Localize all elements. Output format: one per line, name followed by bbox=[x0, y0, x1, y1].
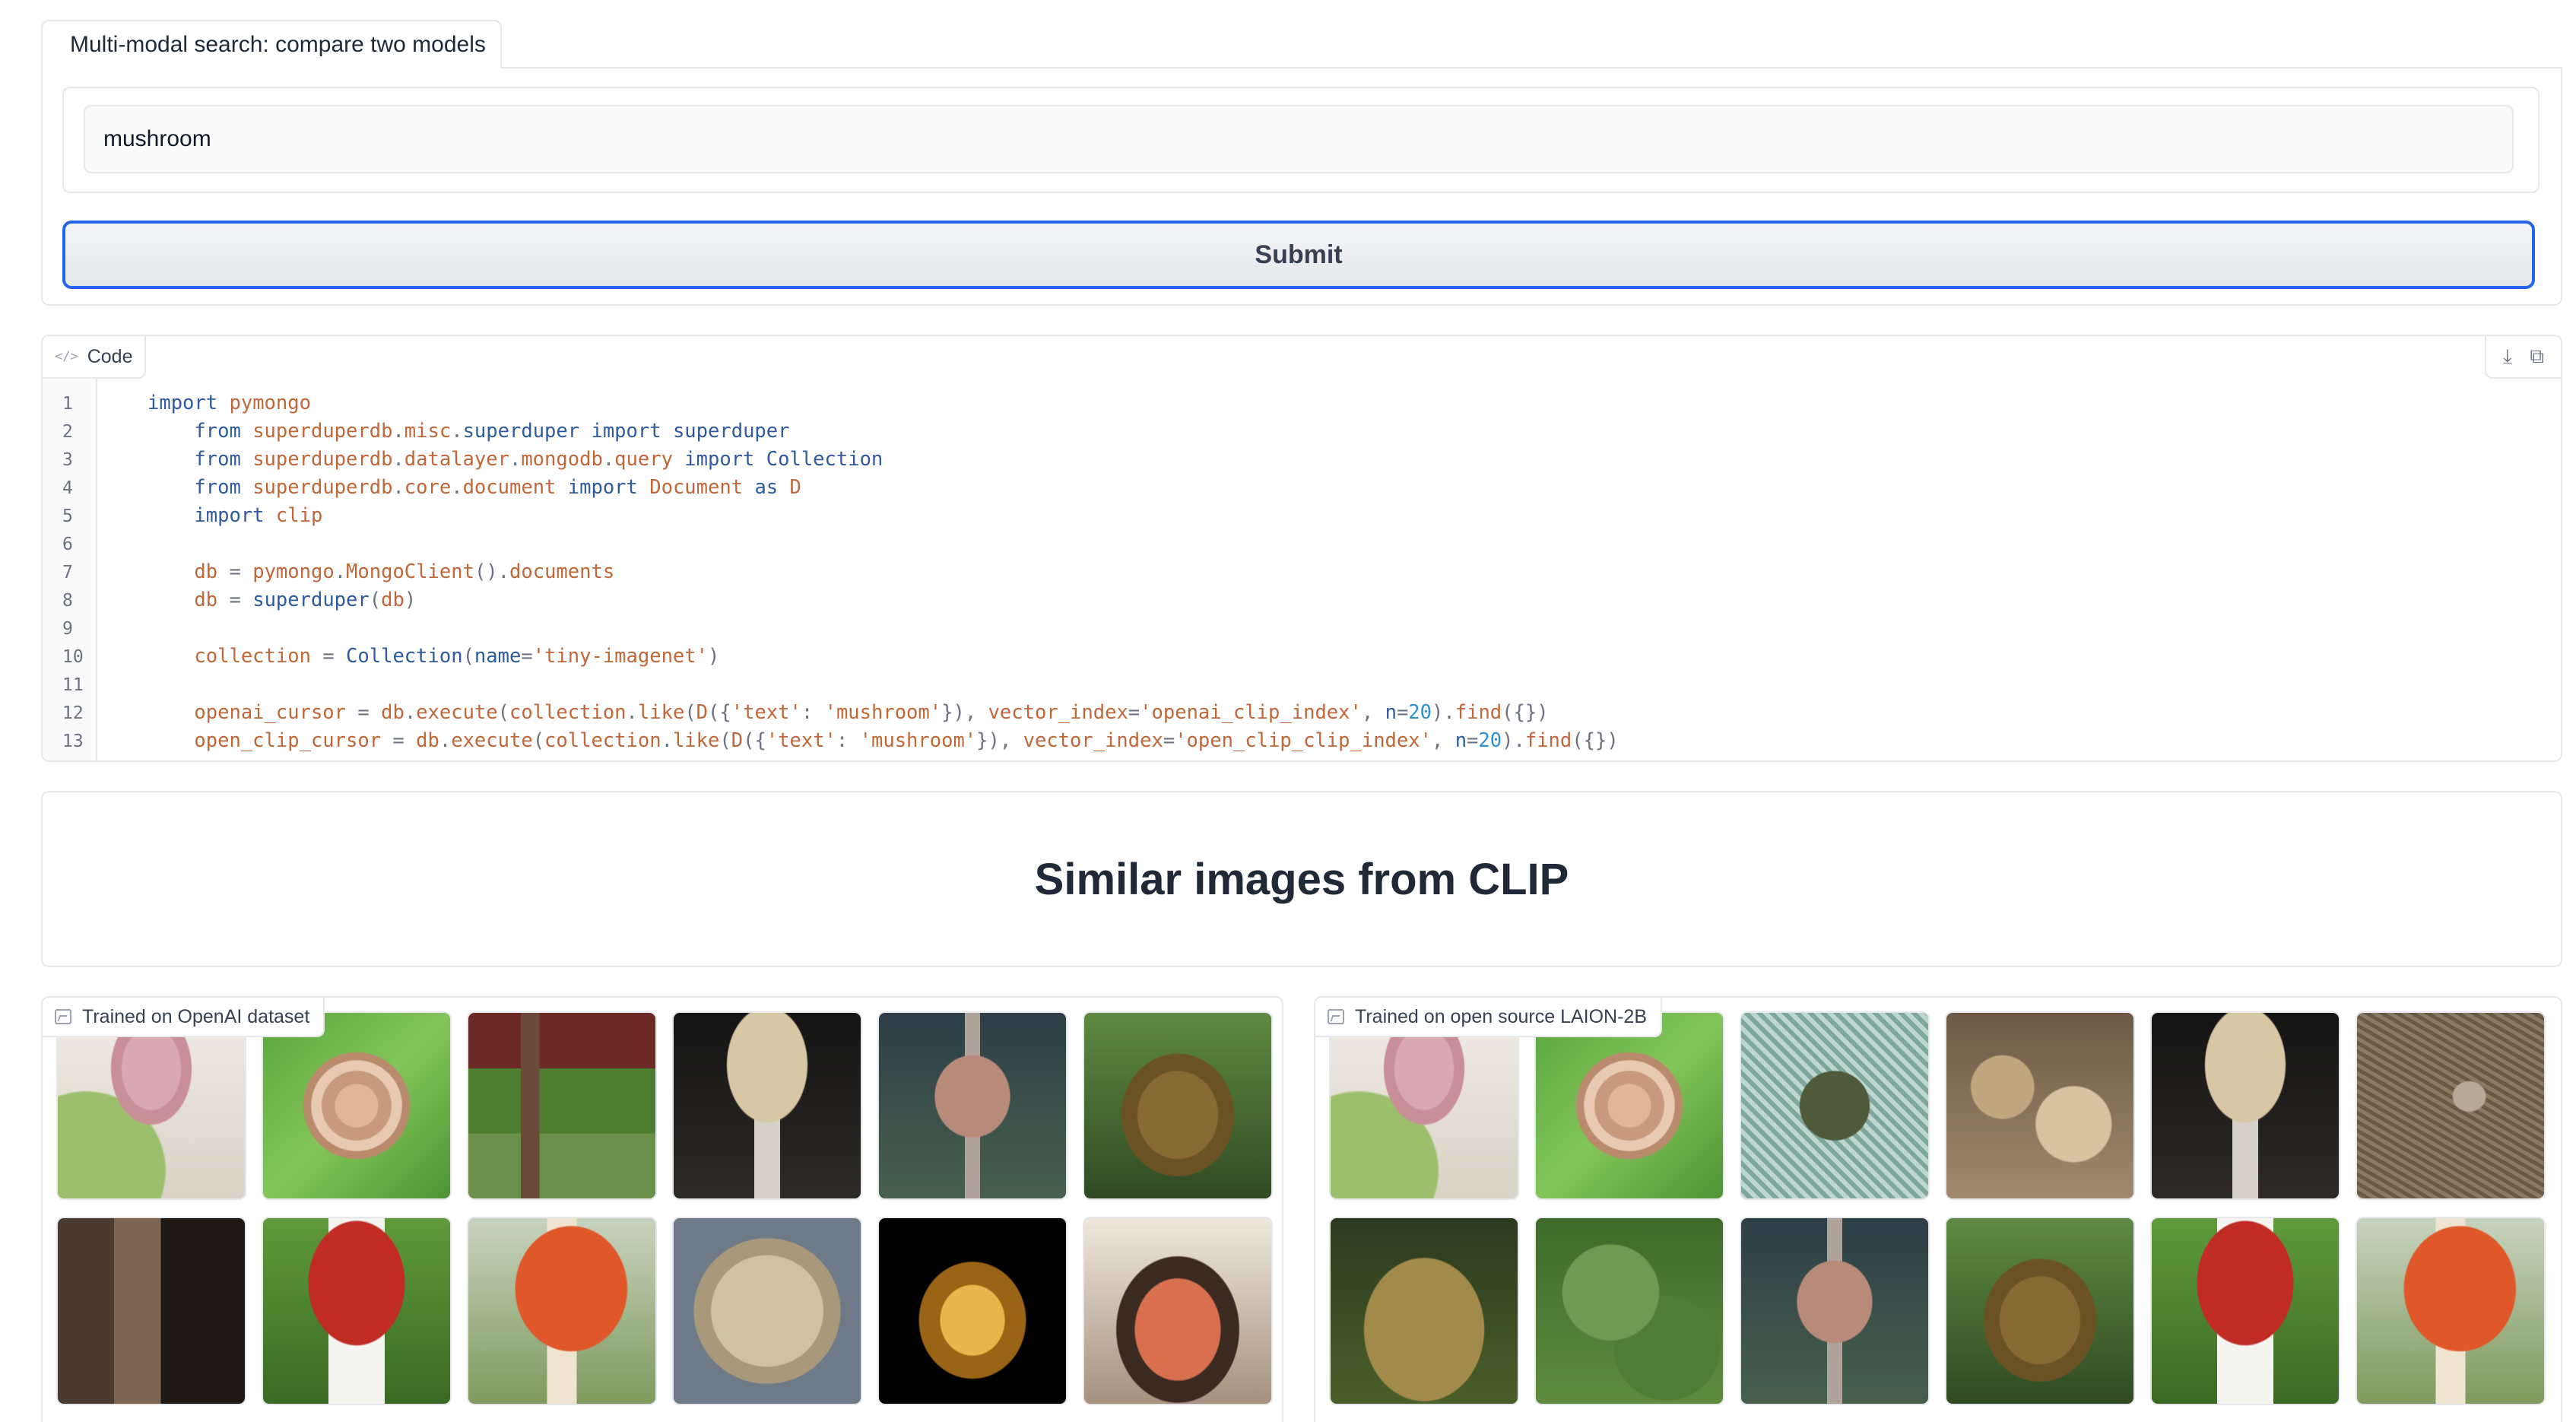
tab-strip: Multi-modal search: compare two models bbox=[41, 20, 2562, 68]
line-number: 12 bbox=[62, 703, 84, 723]
gallery-thumbnail[interactable] bbox=[1534, 1011, 1724, 1200]
code-actions: ⤓ ⧉ bbox=[2485, 336, 2561, 379]
code-line: 10 collection = Collection(name='tiny-im… bbox=[43, 643, 2561, 671]
code-icon: </> bbox=[55, 349, 78, 364]
gallery-thumbnail[interactable] bbox=[877, 1217, 1068, 1405]
gallery-thumbnail[interactable] bbox=[672, 1217, 862, 1405]
code-line: 13 open_clip_cursor = db.execute(collect… bbox=[43, 727, 2561, 755]
gallery-label-text: Trained on OpenAI dataset bbox=[82, 1005, 310, 1027]
line-number: 13 bbox=[62, 732, 84, 751]
code-lines[interactable]: 1 import pymongo 2 from superduperdb.misc… bbox=[43, 389, 2561, 755]
code-text: import pymongo bbox=[148, 392, 311, 414]
code-line: 5 import clip bbox=[43, 502, 2561, 530]
line-number: 5 bbox=[62, 506, 73, 526]
gallery-thumbnail[interactable] bbox=[877, 1011, 1068, 1200]
gallery-thumbnail[interactable] bbox=[467, 1011, 657, 1200]
gallery-thumbnail[interactable] bbox=[1329, 1217, 1519, 1405]
code-line: 8 db = superduper(db) bbox=[43, 586, 2561, 614]
app-page: Multi-modal search: compare two models S… bbox=[0, 0, 2576, 1422]
gallery-thumbnail[interactable] bbox=[1083, 1217, 1273, 1405]
gallery-thumbnail[interactable] bbox=[1945, 1011, 2135, 1200]
code-line: 7 db = pymongo.MongoClient().documents bbox=[43, 558, 2561, 586]
gallery-label-laion: Trained on open source LAION-2B bbox=[1315, 998, 1663, 1037]
copy-icon[interactable]: ⧉ bbox=[2530, 344, 2544, 369]
gallery-thumbnail[interactable] bbox=[672, 1011, 862, 1200]
code-text: open_clip_cursor = db.execute(collection… bbox=[194, 729, 1619, 752]
submit-button[interactable]: Submit bbox=[62, 221, 2535, 289]
gallery-thumbnail[interactable] bbox=[1083, 1011, 1273, 1200]
image-icon bbox=[55, 1009, 71, 1024]
code-line: 3 from superduperdb.datalayer.mongodb.qu… bbox=[43, 446, 2561, 474]
gallery-thumbnail[interactable] bbox=[1534, 1217, 1724, 1405]
download-icon[interactable]: ⤓ bbox=[2503, 344, 2512, 369]
code-text: from superduperdb.core.document import D… bbox=[194, 476, 801, 499]
code-text: openai_cursor = db.execute(collection.li… bbox=[194, 701, 1549, 724]
gallery-laion: Trained on open source LAION-2B bbox=[1314, 996, 2562, 1422]
line-number: 10 bbox=[62, 647, 84, 667]
line-number: 4 bbox=[62, 478, 73, 498]
code-block: </> Code ⤓ ⧉ 1 import pymongo 2 from supe… bbox=[41, 335, 2562, 762]
code-text: import clip bbox=[194, 504, 323, 527]
code-line: 9 bbox=[43, 614, 2561, 643]
line-number: 1 bbox=[62, 394, 73, 414]
gallery-thumbnail[interactable] bbox=[262, 1217, 452, 1405]
code-text: from superduperdb.datalayer.mongodb.quer… bbox=[194, 448, 884, 471]
gallery-thumbnail[interactable] bbox=[2356, 1217, 2546, 1405]
tab-label: Multi-modal search: compare two models bbox=[70, 32, 486, 57]
gallery-thumbnail[interactable] bbox=[1740, 1217, 1930, 1405]
gallery-thumbnail[interactable] bbox=[467, 1217, 657, 1405]
code-label-text: Code bbox=[87, 345, 133, 367]
results-heading-box: Similar images from CLIP bbox=[41, 791, 2562, 967]
gallery-thumbnail[interactable] bbox=[262, 1011, 452, 1200]
results-heading: Similar images from CLIP bbox=[1034, 854, 1569, 904]
code-line: 12 openai_cursor = db.execute(collection… bbox=[43, 699, 2561, 727]
gallery-thumbnail[interactable] bbox=[1740, 1011, 1930, 1200]
gallery-thumbnail[interactable] bbox=[2150, 1217, 2340, 1405]
tab-compare-models[interactable]: Multi-modal search: compare two models bbox=[41, 20, 502, 68]
code-text: collection = Collection(name='tiny-image… bbox=[194, 645, 720, 668]
gallery-thumbnail[interactable] bbox=[56, 1217, 246, 1405]
line-number: 2 bbox=[62, 422, 73, 442]
code-line: 6 bbox=[43, 530, 2561, 558]
code-line: 2 from superduperdb.misc.superduper impo… bbox=[43, 417, 2561, 446]
code-label: </> Code bbox=[43, 336, 146, 379]
code-text: db = superduper(db) bbox=[194, 589, 417, 611]
gallery-thumbnail[interactable] bbox=[1945, 1217, 2135, 1405]
code-line: 11 bbox=[43, 671, 2561, 699]
gallery-label-text: Trained on open source LAION-2B bbox=[1355, 1005, 1648, 1027]
line-number: 9 bbox=[62, 619, 73, 639]
gallery-thumbnail[interactable] bbox=[2356, 1011, 2546, 1200]
code-text: db = pymongo.MongoClient().documents bbox=[194, 560, 615, 583]
gallery-openai: Trained on OpenAI dataset bbox=[41, 996, 1283, 1422]
gallery-thumbnail[interactable] bbox=[2150, 1011, 2340, 1200]
code-line: 1 import pymongo bbox=[43, 389, 2561, 417]
code-line: 4 from superduperdb.core.document import… bbox=[43, 474, 2561, 502]
line-number: 7 bbox=[62, 563, 73, 582]
line-number: 6 bbox=[62, 535, 73, 554]
line-number: 11 bbox=[62, 675, 84, 695]
line-number: 8 bbox=[62, 591, 73, 611]
gallery-label-openai: Trained on OpenAI dataset bbox=[43, 998, 325, 1037]
search-input[interactable] bbox=[84, 105, 2514, 173]
image-icon bbox=[1328, 1009, 1344, 1024]
gallery-thumbnail[interactable] bbox=[1329, 1011, 1519, 1200]
line-number: 3 bbox=[62, 450, 73, 470]
gallery-thumbnail[interactable] bbox=[56, 1011, 246, 1200]
code-text: from superduperdb.misc.superduper import… bbox=[194, 420, 790, 443]
